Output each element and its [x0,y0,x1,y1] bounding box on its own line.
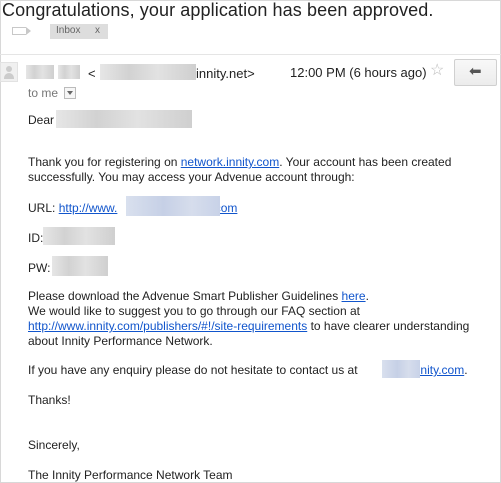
email-timestamp: 12:00 PM (6 hours ago) [290,65,427,80]
paragraph-faq-line2: http://www.innity.com/publishers/#!/site… [28,319,469,333]
account-id-redacted [43,227,115,245]
faq-text: to have clearer understanding [307,319,470,333]
sender-email-domain[interactable]: innity.net> [196,66,255,81]
email-subject: Congratulations, your application has be… [2,0,434,20]
sender-avatar [0,62,18,82]
contact-email-redacted [382,360,420,378]
paragraph-registration-line2: successfully. You may access your Advenu… [28,170,355,184]
greeting-text: Dear [28,113,55,127]
registration-text-cont: . Your account has been created [279,155,452,169]
registration-text: Thank you for registering on [28,155,181,169]
contact-period: . [464,363,468,377]
reply-icon: ⬅ [469,63,482,80]
recipient-name-redacted [56,110,192,128]
paragraph-faq-line3: about Innity Performance Network. [28,334,213,348]
inbox-label-text: Inbox [56,25,81,36]
thanks-line: Thanks! [28,393,71,407]
pw-label: PW: [28,261,51,275]
paragraph-faq-line1: We would like to suggest you to go throu… [28,304,360,318]
sender-name-redacted [26,65,54,79]
sincerely-line: Sincerely, [28,438,80,452]
label-icon[interactable] [12,27,31,35]
recipient-to-me: to me [28,86,59,100]
url-label: URL: [28,201,59,215]
sender-email-redacted [100,64,196,80]
header-divider [0,54,501,55]
contact-text: If you have any enquiry please do not he… [28,363,361,377]
paragraph-registration: Thank you for registering on network.inn… [28,155,451,169]
star-icon[interactable]: ☆ [430,63,444,79]
sender-open-bracket: < [88,66,96,81]
guidelines-text: Please download the Advenue Smart Publis… [28,289,342,303]
account-url-redacted [126,196,220,216]
remove-label-button[interactable]: x [95,25,100,36]
signature-line: The Innity Performance Network Team [28,468,233,482]
paragraph-guidelines: Please download the Advenue Smart Publis… [28,289,369,303]
greeting-line: Dear [28,113,54,127]
network-link[interactable]: network.innity.com [181,155,279,169]
guidelines-here-link[interactable]: here [342,289,366,303]
guidelines-period: . [365,289,369,303]
faq-site-requirements-link[interactable]: http://www.innity.com/publishers/#!/site… [28,319,307,333]
recipient-details-dropdown[interactable] [64,87,76,99]
id-label: ID: [28,231,44,245]
inbox-label-tag[interactable]: Inbox x [50,24,108,39]
reply-button[interactable]: ⬅ [454,59,497,86]
sender-name-redacted [58,65,80,79]
account-url-link-start[interactable]: http://www. [59,201,118,215]
account-password-redacted [52,256,108,276]
